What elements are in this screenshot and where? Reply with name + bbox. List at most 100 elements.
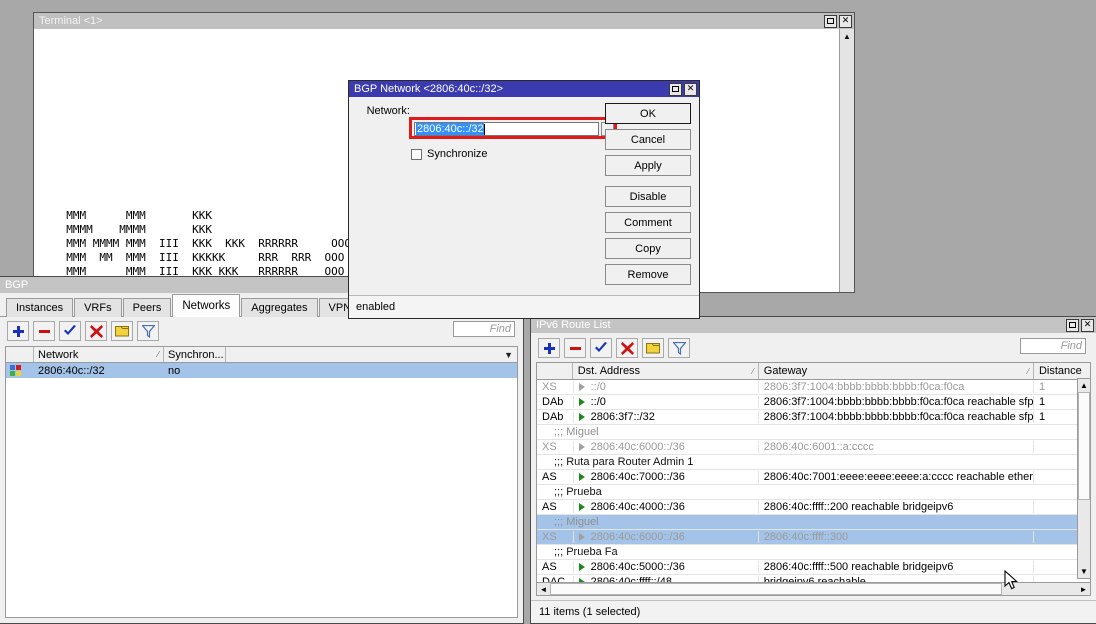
comment-button[interactable]: Comment bbox=[605, 212, 691, 233]
route-comment-text: ;;; Prueba Fa bbox=[537, 546, 1090, 558]
ipv6-route-list-window[interactable]: IPv6 Route List ✕ Fin bbox=[530, 316, 1096, 624]
remove-button[interactable] bbox=[564, 338, 586, 358]
tab-label: Peers bbox=[133, 302, 162, 314]
route-comment-row[interactable]: ;;; Ruta para Router Admin 1 bbox=[537, 455, 1090, 470]
sort-indicator: ⁄ bbox=[752, 367, 753, 376]
table-row[interactable]: XS::/02806:3f7:1004:bbbb:bbbb:bbbb:f0ca:… bbox=[537, 380, 1090, 395]
close-icon[interactable]: ✕ bbox=[684, 83, 697, 96]
status-bar: 11 items (1 selected) bbox=[531, 600, 1096, 623]
network-input-value: 2806:40c::/32 bbox=[416, 123, 484, 135]
column-header-distance[interactable]: Distance bbox=[1034, 363, 1090, 379]
chevron-down-icon[interactable]: ▼ bbox=[504, 350, 513, 360]
route-comment-row[interactable]: ;;; Prueba Fa bbox=[537, 545, 1090, 560]
bgp-toolbar bbox=[0, 318, 523, 344]
add-button[interactable] bbox=[7, 321, 29, 341]
column-header-gateway[interactable]: Gateway⁄ bbox=[759, 363, 1034, 379]
route-comment-row[interactable]: ;;; Prueba bbox=[537, 485, 1090, 500]
table-row[interactable]: XS2806:40c:6000::/362806:40c:ffff::300 bbox=[537, 530, 1090, 545]
hscrollbar-thumb[interactable] bbox=[550, 583, 1002, 595]
column-header-dst-address[interactable]: Dst. Address⁄ bbox=[573, 363, 759, 379]
close-icon[interactable]: ✕ bbox=[1081, 319, 1094, 332]
disable-button[interactable] bbox=[85, 321, 107, 341]
cell-gateway: 2806:40c:7001:eeee:eeee:eeee:a:cccc reac… bbox=[759, 471, 1034, 483]
tab-networks[interactable]: Networks bbox=[172, 294, 240, 317]
scroll-up-icon[interactable]: ▲ bbox=[840, 29, 854, 43]
add-button[interactable] bbox=[538, 338, 560, 358]
close-icon[interactable]: ✕ bbox=[839, 15, 852, 28]
copy-button[interactable]: Copy bbox=[605, 238, 691, 259]
table-row[interactable]: XS 2806:40c:6000::/36 2806:40c:6001::a:ccc… bbox=[537, 440, 1090, 455]
comment-button[interactable] bbox=[111, 321, 133, 341]
table-row[interactable]: AS2806:40c:4000::/362806:40c:ffff::200 r… bbox=[537, 500, 1090, 515]
dialog-body: Network: 2806:40c::/32 Synchronize OK Ca… bbox=[349, 97, 699, 295]
sort-indicator: ⁄ bbox=[158, 350, 159, 359]
sort-indicator: ⁄ bbox=[1028, 367, 1029, 376]
route-list-titlebar[interactable]: IPv6 Route List ✕ bbox=[531, 317, 1096, 333]
plus-icon bbox=[12, 325, 25, 338]
find-placeholder: Find bbox=[1061, 340, 1082, 352]
route-table[interactable]: Dst. Address⁄ Gateway⁄ Distance XS::/028… bbox=[536, 362, 1091, 595]
cell-gateway: 2806:40c:6001::a:cccc bbox=[759, 441, 1034, 453]
search-input[interactable]: Find bbox=[1020, 338, 1086, 354]
disable-button[interactable] bbox=[616, 338, 638, 358]
scroll-down-icon[interactable]: ▼ bbox=[1078, 565, 1090, 578]
terminal-scrollbar[interactable]: ▲ bbox=[839, 29, 854, 292]
cell-gateway: 2806:3f7:1004:bbbb:bbbb:bbbb:f0ca:f0ca r… bbox=[759, 411, 1034, 423]
route-vertical-scrollbar[interactable]: ▲ ▼ bbox=[1077, 378, 1091, 579]
table-row[interactable]: AS2806:40c:7000::/362806:40c:7001:eeee:e… bbox=[537, 470, 1090, 485]
column-header-network[interactable]: Network⁄ bbox=[34, 347, 164, 362]
cell-dst-address: 2806:40c:6000::/36 bbox=[573, 531, 759, 543]
table-row[interactable]: AS2806:40c:5000::/362806:40c:ffff::500 r… bbox=[537, 560, 1090, 575]
dialog-status-bar: enabled bbox=[349, 295, 699, 318]
scrollbar-thumb[interactable] bbox=[1078, 392, 1090, 500]
desktop: Terminal <1> ✕ MMM MMM KKK MMMM MMMM KKK… bbox=[0, 0, 1096, 624]
bgp-networks-grid[interactable]: Network⁄ Synchron... ▼ 2806:40c::/32 no bbox=[5, 346, 518, 618]
dst-address-text: 2806:40c:6000::/36 bbox=[591, 441, 685, 453]
maximize-icon[interactable] bbox=[669, 83, 682, 96]
enable-button[interactable] bbox=[59, 321, 81, 341]
route-arrow-icon bbox=[579, 398, 585, 406]
comment-button[interactable] bbox=[642, 338, 664, 358]
tab-instances[interactable]: Instances bbox=[6, 298, 73, 317]
table-row[interactable]: DAb::/02806:3f7:1004:bbbb:bbbb:bbbb:f0ca… bbox=[537, 395, 1090, 410]
maximize-icon[interactable] bbox=[1066, 319, 1079, 332]
dst-address-text: 2806:40c:7000::/36 bbox=[591, 471, 685, 483]
maximize-icon[interactable] bbox=[824, 15, 837, 28]
tab-vrfs[interactable]: VRFs bbox=[74, 298, 122, 317]
tab-peers[interactable]: Peers bbox=[123, 298, 172, 317]
synchronize-row[interactable]: Synchronize bbox=[411, 148, 488, 160]
route-horizontal-scrollbar[interactable]: ◄ ► bbox=[536, 582, 1091, 596]
scroll-left-icon[interactable]: ◄ bbox=[537, 583, 550, 595]
cancel-button[interactable]: Cancel bbox=[605, 129, 691, 150]
bgp-network-dialog[interactable]: BGP Network <2806:40c::/32> ✕ Network: 2… bbox=[348, 80, 700, 319]
route-status-icon bbox=[10, 365, 21, 376]
apply-button[interactable]: Apply bbox=[605, 155, 691, 176]
network-input[interactable]: 2806:40c::/32 bbox=[414, 122, 599, 136]
ok-button[interactable]: OK bbox=[605, 103, 691, 124]
remove-button[interactable] bbox=[33, 321, 55, 341]
scroll-right-icon[interactable]: ► bbox=[1077, 583, 1090, 595]
table-row[interactable]: 2806:40c::/32 no bbox=[6, 363, 517, 378]
route-comment-row[interactable]: ;;; Miguel bbox=[537, 425, 1090, 440]
table-row[interactable]: DAb2806:3f7::/322806:3f7:1004:bbbb:bbbb:… bbox=[537, 410, 1090, 425]
search-input[interactable]: Find bbox=[453, 321, 515, 337]
enable-button[interactable] bbox=[590, 338, 612, 358]
cell-gateway: 2806:3f7:1004:bbbb:bbbb:bbbb:f0ca:f0ca r… bbox=[759, 396, 1034, 408]
terminal-titlebar[interactable]: Terminal <1> ✕ bbox=[34, 13, 854, 29]
filter-button[interactable] bbox=[668, 338, 690, 358]
disable-button[interactable]: Disable bbox=[605, 186, 691, 207]
synchronize-checkbox[interactable] bbox=[411, 149, 422, 160]
cross-icon bbox=[90, 325, 103, 338]
route-comment-row[interactable]: ;;; Miguel bbox=[537, 515, 1090, 530]
cell-flags: XS bbox=[537, 441, 573, 453]
remove-button[interactable]: Remove bbox=[605, 264, 691, 285]
filter-button[interactable] bbox=[137, 321, 159, 341]
tab-aggregates[interactable]: Aggregates bbox=[241, 298, 317, 317]
cell-gateway: 2806:3f7:1004:bbbb:bbbb:bbbb:f0ca:f0ca bbox=[759, 381, 1034, 393]
cell-gateway: 2806:40c:ffff::200 reachable bridgeipv6 bbox=[759, 501, 1034, 513]
cell-dst-address: 2806:40c:4000::/36 bbox=[573, 501, 759, 513]
bgp-window[interactable]: BGP Instances VRFs Peers Networks Aggreg… bbox=[0, 276, 524, 624]
column-header-synchronize[interactable]: Synchron... bbox=[164, 347, 226, 362]
scroll-up-icon[interactable]: ▲ bbox=[1078, 379, 1090, 392]
dialog-titlebar[interactable]: BGP Network <2806:40c::/32> ✕ bbox=[349, 81, 699, 97]
